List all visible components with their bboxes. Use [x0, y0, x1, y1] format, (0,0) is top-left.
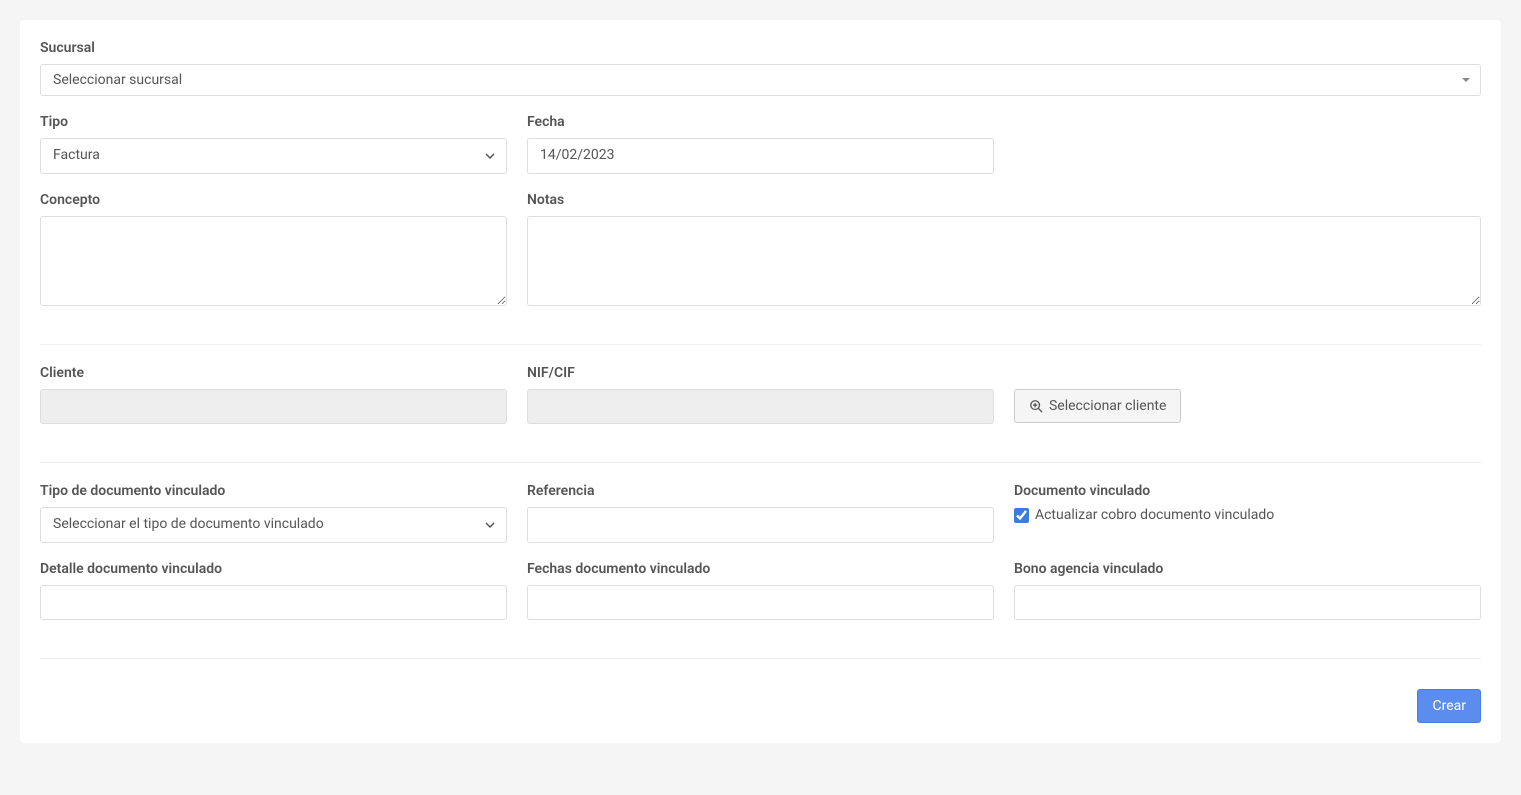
select-client-button[interactable]: Seleccionar cliente	[1014, 389, 1181, 423]
detalle-documento-vinculado-input[interactable]	[40, 585, 507, 621]
tipo-documento-vinculado-select[interactable]: Seleccionar el tipo de documento vincula…	[40, 507, 507, 543]
nif-cif-label: NIF/CIF	[527, 365, 994, 381]
search-zoom-icon	[1029, 399, 1043, 413]
referencia-input[interactable]	[527, 507, 994, 543]
actualizar-cobro-checkbox[interactable]	[1014, 508, 1029, 523]
create-button-label: Crear	[1432, 698, 1466, 714]
cliente-input	[40, 389, 507, 425]
divider	[40, 658, 1481, 659]
divider	[40, 462, 1481, 463]
footer-actions: Crear	[40, 689, 1481, 723]
sucursal-label: Sucursal	[40, 40, 1481, 56]
concepto-label: Concepto	[40, 192, 507, 208]
notas-textarea[interactable]	[527, 216, 1481, 306]
create-button[interactable]: Crear	[1417, 689, 1481, 723]
select-client-button-label: Seleccionar cliente	[1049, 398, 1166, 414]
fecha-label: Fecha	[527, 114, 994, 130]
actualizar-cobro-label: Actualizar cobro documento vinculado	[1035, 507, 1274, 523]
tipo-documento-vinculado-label: Tipo de documento vinculado	[40, 483, 507, 499]
documento-vinculado-checkbox-wrapper: Actualizar cobro documento vinculado	[1014, 507, 1481, 523]
documento-vinculado-label: Documento vinculado	[1014, 483, 1481, 499]
fechas-documento-vinculado-input[interactable]	[527, 585, 994, 621]
notas-label: Notas	[527, 192, 1481, 208]
nif-cif-input	[527, 389, 994, 425]
referencia-label: Referencia	[527, 483, 994, 499]
bono-agencia-vinculado-label: Bono agencia vinculado	[1014, 561, 1481, 577]
divider	[40, 344, 1481, 345]
spacer-label	[1014, 365, 1181, 381]
cliente-label: Cliente	[40, 365, 507, 381]
concepto-textarea[interactable]	[40, 216, 507, 306]
fecha-input[interactable]	[527, 138, 994, 174]
bono-agencia-vinculado-input[interactable]	[1014, 585, 1481, 621]
detalle-documento-vinculado-label: Detalle documento vinculado	[40, 561, 507, 577]
sucursal-select[interactable]: Seleccionar sucursal	[40, 64, 1481, 96]
sucursal-selected-value: Seleccionar sucursal	[53, 72, 182, 88]
caret-down-icon	[1462, 78, 1470, 82]
fechas-documento-vinculado-label: Fechas documento vinculado	[527, 561, 994, 577]
tipo-select[interactable]: Factura	[40, 138, 507, 174]
form-panel: Sucursal Seleccionar sucursal Tipo Factu…	[20, 20, 1501, 743]
tipo-label: Tipo	[40, 114, 507, 130]
